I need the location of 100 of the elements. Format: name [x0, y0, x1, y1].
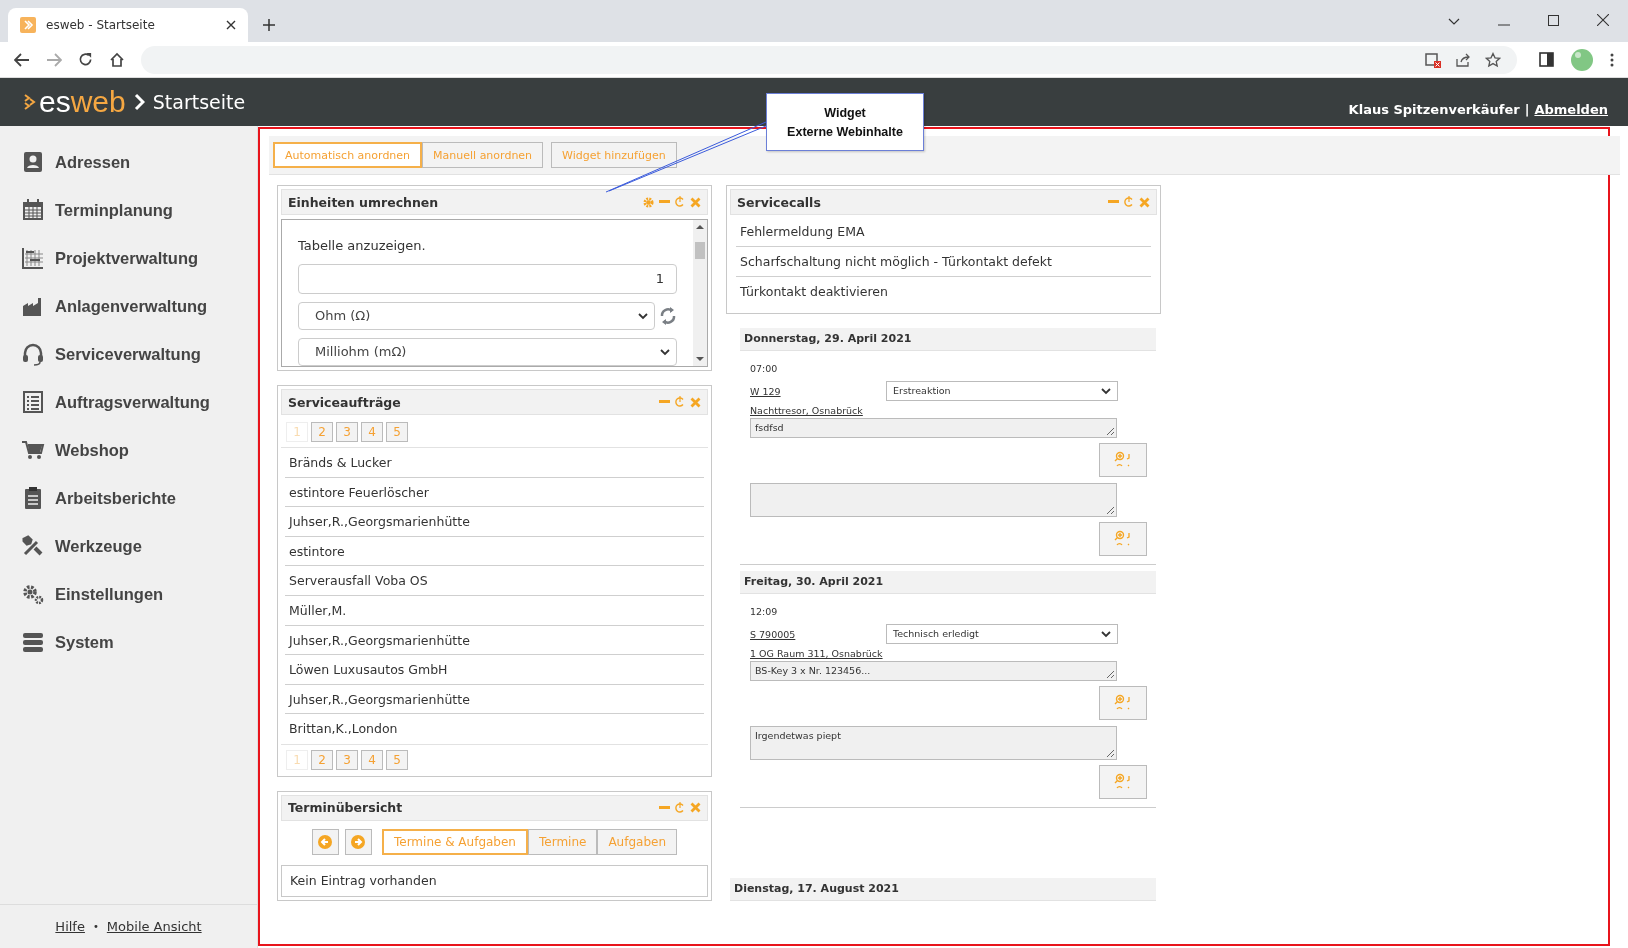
servicecall-item[interactable]: Scharfschaltung nicht möglich - Türkontakt defekt	[736, 247, 1151, 277]
unit-select[interactable]: Milliohm (mΩ)	[298, 338, 677, 366]
scroll-up-icon[interactable]	[696, 224, 704, 230]
separator: •	[92, 921, 99, 932]
unit-select[interactable]: Ohm (Ω)	[298, 302, 655, 330]
action-button[interactable]	[1099, 686, 1147, 720]
order-item[interactable]: Juhser,R.,Georgsmarienhütte	[285, 507, 704, 537]
tab-title: esweb - Startseite	[46, 18, 156, 32]
swap-icon[interactable]	[659, 306, 677, 326]
help-link[interactable]: Hilfe	[55, 919, 85, 934]
address-field[interactable]	[141, 45, 1517, 74]
scrollbar-thumb[interactable]	[695, 242, 705, 259]
nav-item[interactable]: Einstellungen	[0, 570, 257, 618]
resize-grip-icon[interactable]	[1106, 506, 1114, 514]
widget-title: Terminübersicht	[288, 800, 404, 816]
order-item[interactable]: Bränds & Lucker	[285, 448, 704, 478]
note-field[interactable]: fsdfsd	[750, 418, 1117, 438]
refresh-icon[interactable]	[1124, 196, 1134, 208]
resize-grip-icon[interactable]	[1106, 749, 1114, 757]
order-item[interactable]: Juhser,R.,Georgsmarienhütte	[285, 684, 704, 715]
nav-item[interactable]: Terminplanung	[0, 186, 257, 234]
callout-note: Widget Externe Webinhalte	[766, 93, 924, 151]
status-select[interactable]: Technisch erledigt	[886, 624, 1118, 644]
next-button[interactable]	[344, 828, 372, 855]
nav-item[interactable]: Projektverwaltung	[0, 234, 257, 282]
minimize-icon[interactable]	[659, 200, 670, 204]
comment-field[interactable]	[750, 483, 1117, 517]
blocked-popup-icon[interactable]	[1425, 51, 1441, 68]
star-icon[interactable]	[1485, 51, 1501, 68]
widget-title: Servicecalls	[737, 194, 822, 210]
plus-icon[interactable]	[262, 18, 276, 32]
servicecall-item[interactable]: Fehlermeldung EMA	[736, 217, 1151, 247]
order-item[interactable]: Juhser,R.,Georgsmarienhütte	[285, 625, 704, 656]
mobile-view-link[interactable]: Mobile Ansicht	[106, 919, 202, 934]
order-item[interactable]: Müller,M.	[285, 595, 704, 626]
comment-field[interactable]: Irgendetwas piept	[750, 726, 1117, 760]
nav-item[interactable]: Serviceverwaltung	[0, 330, 257, 378]
logo[interactable]: esweb	[24, 87, 126, 117]
minimize-icon[interactable]	[659, 400, 670, 404]
maximize-icon[interactable]	[1548, 15, 1559, 26]
minimize-icon[interactable]	[659, 805, 670, 810]
location-link[interactable]: 1 OG Raum 311, Osnabrück	[750, 648, 883, 659]
close-icon[interactable]	[226, 20, 236, 30]
order-item[interactable]: Serverausfall Voba OS	[285, 566, 704, 596]
time-label: 12:09	[750, 606, 779, 617]
action-button[interactable]	[1099, 522, 1147, 556]
separator: |	[1524, 101, 1530, 117]
order-item[interactable]: Brittan,K.,London	[285, 714, 704, 744]
share-icon[interactable]	[1455, 51, 1471, 68]
cart-icon	[21, 438, 45, 462]
chevron-down-icon	[638, 313, 648, 320]
nav-item[interactable]: Adressen	[0, 138, 257, 186]
ticket-link[interactable]: W 129	[750, 385, 886, 397]
resize-grip-icon[interactable]	[1106, 427, 1114, 435]
servicecall-item[interactable]: Türkontakt deaktivieren	[736, 277, 1151, 306]
value-field[interactable]: 1	[298, 264, 677, 294]
order-item[interactable]: estintore Feuerlöscher	[285, 477, 704, 508]
minimize-icon[interactable]	[1108, 200, 1119, 204]
browser-tab[interactable]: esweb - Startseite	[8, 8, 248, 42]
nav-item[interactable]: System	[0, 618, 257, 666]
instruction-text: Tabelle anzuzeigen.	[298, 237, 427, 255]
scroll-down-icon[interactable]	[696, 356, 704, 362]
nav-item[interactable]: Arbeitsberichte	[0, 474, 257, 522]
minimize-icon[interactable]	[1498, 24, 1510, 26]
ticket-link[interactable]: S 790005	[750, 628, 886, 640]
refresh-icon[interactable]	[675, 801, 685, 814]
nav-item[interactable]: Auftragsverwaltung	[0, 378, 257, 426]
logo-icon	[20, 17, 36, 33]
resize-grip-icon[interactable]	[1106, 670, 1114, 678]
more-icon[interactable]	[1610, 52, 1614, 67]
magnifier-icon	[1114, 530, 1132, 548]
refresh-icon[interactable]	[675, 396, 685, 408]
action-button[interactable]	[1099, 443, 1147, 477]
action-button[interactable]	[1099, 765, 1147, 799]
avatar-icon[interactable]	[1570, 47, 1594, 72]
headset-icon	[21, 342, 45, 366]
order-item[interactable]: Löwen Luxusautos GmbH	[285, 655, 704, 685]
page-title: Startseite	[152, 91, 246, 113]
chevron-right-icon	[133, 93, 145, 111]
note-field[interactable]: BS-Key 3 x Nr. 123456...	[750, 661, 1117, 681]
chevron-down-icon	[1101, 388, 1111, 395]
reload-icon[interactable]	[78, 52, 93, 67]
back-icon[interactable]	[14, 52, 30, 67]
close-icon[interactable]	[1597, 14, 1609, 26]
status-select[interactable]: Erstreaktion	[886, 381, 1118, 401]
nav-item[interactable]: Webshop	[0, 426, 257, 474]
forward-icon[interactable]	[46, 52, 62, 67]
refresh-icon[interactable]	[675, 196, 685, 208]
settings-icon[interactable]	[643, 196, 654, 208]
location-link[interactable]: Nachttresor, Osnabrück	[750, 405, 863, 416]
chevron-down-icon[interactable]	[1448, 18, 1460, 26]
nav-item[interactable]: Anlagenverwaltung	[0, 282, 257, 330]
logout-link[interactable]: Abmelden	[1534, 101, 1608, 117]
side-panel-icon[interactable]	[1539, 52, 1554, 67]
scrollbar[interactable]	[693, 220, 707, 366]
home-icon[interactable]	[109, 51, 125, 68]
order-item[interactable]: estintore	[285, 536, 704, 567]
chart-grid-icon	[21, 246, 45, 270]
previous-button[interactable]	[311, 828, 339, 855]
nav-item[interactable]: Werkzeuge	[0, 522, 257, 570]
